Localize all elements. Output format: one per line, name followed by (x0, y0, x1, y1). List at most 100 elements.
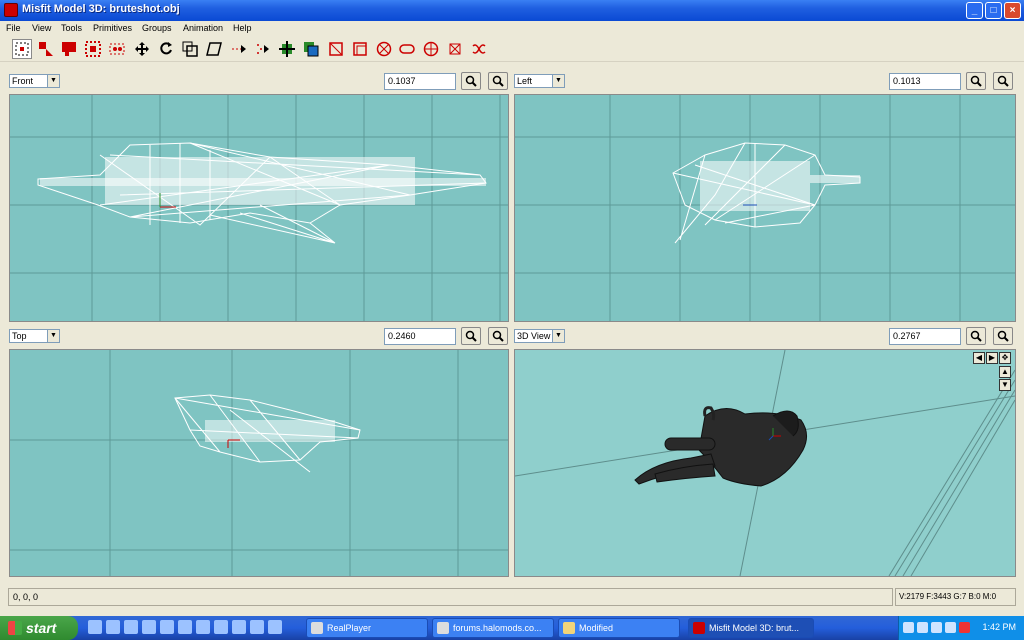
chevron-down-icon: ▼ (552, 330, 564, 342)
select-bone-joints-tool[interactable] (107, 39, 127, 59)
view-select-label: Left (517, 76, 533, 86)
zoom-in-button[interactable] (461, 327, 481, 345)
zoom-out-icon (492, 75, 504, 87)
shear-icon (206, 42, 222, 56)
zoom-input[interactable]: 0.2460 (384, 328, 456, 345)
attract-tool[interactable] (253, 39, 273, 59)
zoom-out-button[interactable] (488, 327, 508, 345)
add-rectangle-tool[interactable] (301, 39, 321, 59)
tray-icon[interactable] (917, 622, 928, 633)
zoom-input[interactable]: 0.2767 (889, 328, 961, 345)
view-select-label: 3D View (517, 331, 551, 341)
window-title: Misfit Model 3D: bruteshot.obj (22, 3, 180, 15)
create-torus-tool[interactable] (397, 39, 417, 59)
quicklaunch-app-icon[interactable] (250, 620, 264, 634)
quicklaunch-app-icon[interactable] (178, 620, 192, 634)
viewport-left[interactable] (514, 94, 1016, 322)
quicklaunch-app-icon[interactable] (214, 620, 228, 634)
quicklaunch-app-icon[interactable] (268, 620, 282, 634)
add-vertex-tool[interactable] (277, 39, 297, 59)
quicklaunch-app-icon[interactable] (106, 620, 120, 634)
select-faces-tool[interactable] (36, 39, 56, 59)
quicklaunch-app-icon[interactable] (124, 620, 138, 634)
rotate-right-button[interactable]: ▶ (986, 352, 998, 364)
rotate-tool[interactable] (156, 39, 176, 59)
menu-view[interactable]: View (32, 23, 51, 33)
view-select-3d[interactable]: 3D View ▼ (514, 329, 565, 343)
viewport-top[interactable] (9, 349, 509, 577)
rectangle-icon (304, 42, 319, 57)
shear-tool[interactable] (204, 39, 224, 59)
3d-nav-controls: ◀ ▶ ✥ (973, 352, 1013, 366)
zoom-in-button[interactable] (966, 327, 986, 345)
start-button[interactable]: start (0, 616, 78, 640)
chevron-down-icon: ▼ (552, 75, 564, 87)
pan-button[interactable]: ✥ (999, 352, 1011, 364)
quicklaunch-app-icon[interactable] (196, 620, 210, 634)
taskbar: start RealPlayer forums.halomods.co... M… (0, 616, 1024, 640)
zoom-out-button[interactable] (488, 72, 508, 90)
tray-icon[interactable] (959, 622, 970, 633)
tray-icon[interactable] (945, 622, 956, 633)
tray-icon[interactable] (931, 622, 942, 633)
maximize-button[interactable]: □ (985, 2, 1002, 19)
zoom-input[interactable]: 0.1037 (384, 73, 456, 90)
top-wireframe-canvas (10, 350, 508, 576)
move-tool[interactable] (132, 39, 152, 59)
quicklaunch-app-icon[interactable] (142, 620, 156, 634)
select-vertices-icon (15, 42, 29, 56)
rotate-left-button[interactable]: ◀ (973, 352, 985, 364)
create-cube-tool[interactable] (326, 39, 346, 59)
attract-icon (257, 44, 269, 54)
menu-bar: File View Tools Primitives Groups Animat… (0, 21, 1024, 37)
rotate-icon (160, 42, 172, 55)
menu-help[interactable]: Help (233, 23, 252, 33)
status-model-stats: V:2179 F:3443 G:7 B:0 M:0 (895, 588, 1016, 606)
menu-groups[interactable]: Groups (142, 23, 172, 33)
create-ellipsoid-tool[interactable] (350, 39, 370, 59)
view-select-top[interactable]: Top ▼ (9, 329, 60, 343)
minimize-button[interactable]: _ (966, 2, 983, 19)
task-misfit-model[interactable]: Misfit Model 3D: brut... (688, 618, 814, 638)
create-cylinder-tool[interactable] (374, 39, 394, 59)
task-folder[interactable]: Modified (558, 618, 680, 638)
select-vertices-tool[interactable] (12, 39, 32, 59)
cylinder-icon (376, 41, 392, 57)
viewport-3d[interactable]: ◀ ▶ ✥ ▲ ▼ (514, 349, 1016, 577)
menu-tools[interactable]: Tools (61, 23, 82, 33)
view-select-label: Top (12, 331, 27, 341)
scale-tool[interactable] (180, 39, 200, 59)
task-browser[interactable]: forums.halomods.co... (432, 618, 554, 638)
menu-animation[interactable]: Animation (183, 23, 223, 33)
rotate-down-button[interactable]: ▼ (999, 379, 1011, 391)
zoom-input[interactable]: 0.1013 (889, 73, 961, 90)
close-button[interactable]: × (1004, 2, 1021, 19)
quicklaunch-app-icon[interactable] (232, 620, 246, 634)
extrude-tool[interactable] (229, 39, 249, 59)
left-wireframe-canvas (515, 95, 1015, 321)
select-joints-icon (109, 43, 125, 55)
zoom-out-button[interactable] (993, 72, 1013, 90)
tray-icon[interactable] (903, 622, 914, 633)
zoom-in-button[interactable] (461, 72, 481, 90)
quicklaunch-app-icon[interactable] (160, 620, 174, 634)
menu-file[interactable]: File (6, 23, 21, 33)
add-bone-tool[interactable] (421, 39, 441, 59)
cube-icon (329, 42, 343, 56)
select-groups-tool[interactable] (83, 39, 103, 59)
add-point-tool[interactable] (445, 39, 465, 59)
zoom-out-icon (997, 330, 1009, 342)
viewport-front[interactable] (9, 94, 509, 322)
zoom-in-button[interactable] (966, 72, 986, 90)
rotate-up-button[interactable]: ▲ (999, 366, 1011, 378)
task-realplayer[interactable]: RealPlayer (306, 618, 428, 638)
view-select-front[interactable]: Front ▼ (9, 74, 60, 88)
select-connected-tool[interactable] (59, 39, 79, 59)
menu-primitives[interactable]: Primitives (93, 23, 132, 33)
select-groups-icon (85, 41, 101, 57)
add-joint-tool[interactable] (469, 39, 489, 59)
view-select-left[interactable]: Left ▼ (514, 74, 565, 88)
internet-explorer-icon[interactable] (88, 620, 102, 634)
title-bar: Misfit Model 3D: bruteshot.obj _ □ × (0, 0, 1024, 21)
zoom-out-button[interactable] (993, 327, 1013, 345)
